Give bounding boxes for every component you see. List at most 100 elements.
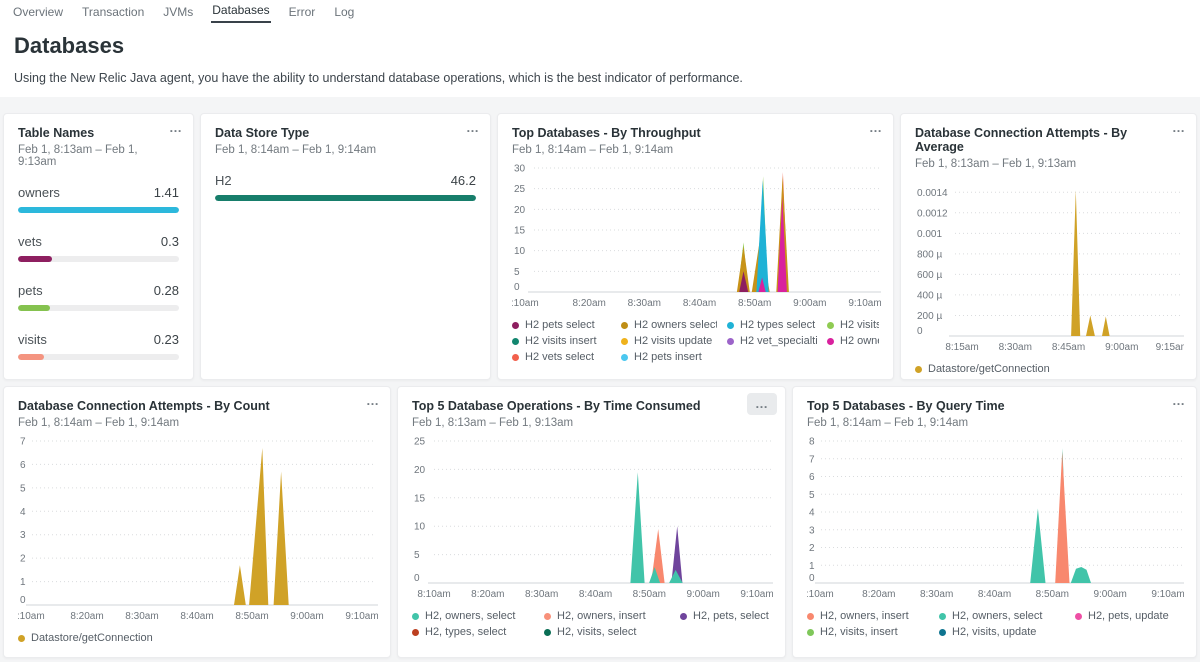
bar-fill <box>18 256 52 262</box>
legend-item[interactable]: H2, owners, insert <box>544 610 670 622</box>
svg-text:8:10am: 8:10am <box>417 589 450 600</box>
bar-track <box>215 195 476 201</box>
legend-item[interactable]: H2 types select <box>727 319 817 331</box>
bar-fill <box>18 354 44 360</box>
bar-row[interactable]: vets 0.3 <box>18 234 179 262</box>
legend-item[interactable]: H2 visits select <box>827 319 879 331</box>
bar-row[interactable]: pets 0.28 <box>18 283 179 311</box>
legend-label: Datastore/getConnection <box>31 632 153 644</box>
svg-text:8:45am: 8:45am <box>1052 342 1085 353</box>
svg-text:10: 10 <box>514 246 526 257</box>
svg-text:200 µ: 200 µ <box>917 311 942 322</box>
legend-label: H2 types select <box>740 319 815 331</box>
legend-item[interactable]: Datastore/getConnection <box>18 632 376 644</box>
svg-text:30: 30 <box>514 164 526 175</box>
legend-label: H2 visits insert <box>525 335 597 347</box>
svg-text:2: 2 <box>809 543 815 554</box>
ellipsis-menu-icon[interactable]: … <box>169 121 183 135</box>
databases-dashboard: Overview Transaction JVMs Databases Error Log… <box>0 0 1200 662</box>
bar-value: 0.23 <box>154 332 179 347</box>
legend-dot-icon <box>544 613 551 620</box>
legend-label: H2, owners, insert <box>557 610 646 622</box>
bar-fill <box>18 207 179 213</box>
bar-track <box>18 305 179 311</box>
legend-item[interactable]: H2 pets select <box>512 319 611 331</box>
legend-label: H2 vets select <box>525 351 594 363</box>
svg-text:8:40am: 8:40am <box>180 611 213 622</box>
legend-item[interactable]: H2, pets, select <box>680 610 771 622</box>
legend-item[interactable]: H2, owners, insert <box>807 610 929 622</box>
ellipsis-menu-icon[interactable]: … <box>1172 121 1186 135</box>
tab-overview[interactable]: Overview <box>12 5 64 23</box>
bar-row[interactable]: visits 0.23 <box>18 332 179 360</box>
legend-dot-icon <box>1075 613 1082 620</box>
panel-title: Top 5 Database Operations - By Time Cons… <box>412 399 771 413</box>
bar-label: vets <box>18 234 42 249</box>
bar-track <box>18 354 179 360</box>
time-consumed-chart[interactable]: 05101520258:10am8:20am8:30am8:40am8:50am… <box>412 435 773 603</box>
legend-dot-icon <box>621 338 628 345</box>
legend-item[interactable]: H2 owners insert <box>827 335 879 347</box>
svg-text:8:40am: 8:40am <box>978 589 1011 600</box>
bar-label: owners <box>18 185 60 200</box>
legend-item[interactable]: H2 pets insert <box>621 351 717 363</box>
legend-item[interactable]: H2, visits, update <box>939 626 1065 638</box>
legend-item[interactable]: H2 owners select <box>621 319 717 331</box>
legend-item[interactable]: H2, owners, select <box>412 610 534 622</box>
legend-label: H2, pets, select <box>693 610 769 622</box>
bar-track <box>18 207 179 213</box>
legend-label: H2, visits, update <box>952 626 1036 638</box>
svg-text:8:50am: 8:50am <box>1036 589 1069 600</box>
svg-text:9:00am: 9:00am <box>793 298 826 309</box>
bar-row[interactable]: owners 1.41 <box>18 185 179 213</box>
svg-text:8:50am: 8:50am <box>235 611 268 622</box>
chart-legend: H2, owners, select H2, owners, insert H2… <box>412 610 771 638</box>
legend-item[interactable]: H2, pets, update <box>1075 610 1182 622</box>
panel-title: Data Store Type <box>215 126 476 140</box>
ellipsis-menu-icon[interactable]: … <box>747 393 777 415</box>
legend-item[interactable]: H2, visits, select <box>544 626 670 638</box>
svg-text:5: 5 <box>20 483 26 494</box>
tab-databases[interactable]: Databases <box>211 3 270 23</box>
panel-top5-operations-time-consumed: Top 5 Database Operations - By Time Cons… <box>397 386 786 658</box>
svg-text:8:20am: 8:20am <box>471 589 504 600</box>
legend-dot-icon <box>512 338 519 345</box>
ellipsis-menu-icon[interactable]: … <box>466 121 480 135</box>
svg-text:6: 6 <box>20 460 26 471</box>
bar-value: 0.3 <box>161 234 179 249</box>
legend-label: H2, types, select <box>425 626 506 638</box>
dashboard-row-1: Table Names Feb 1, 8:13am – Feb 1, 9:13a… <box>3 113 1197 380</box>
connection-average-chart[interactable]: 0200 µ400 µ600 µ800 µ0.0010.00120.00148:… <box>915 176 1184 356</box>
legend-label: H2, visits, select <box>557 626 636 638</box>
svg-text:0.0014: 0.0014 <box>917 188 948 199</box>
query-time-chart[interactable]: 0123456788:10am8:20am8:30am8:40am8:50am9… <box>807 435 1184 603</box>
tab-transaction[interactable]: Transaction <box>81 5 145 23</box>
legend-item[interactable]: H2 visits update <box>621 335 717 347</box>
dashboard-grid: Table Names Feb 1, 8:13am – Feb 1, 9:13a… <box>0 97 1200 658</box>
svg-text:0.0012: 0.0012 <box>917 208 948 219</box>
svg-text:9:10am: 9:10am <box>848 298 881 309</box>
tab-error[interactable]: Error <box>288 5 317 23</box>
tab-log[interactable]: Log <box>333 5 355 23</box>
chart-area: 0510152025308:10am8:20am8:30am8:40am8:50… <box>512 162 879 312</box>
svg-text:8:15am: 8:15am <box>945 342 978 353</box>
legend-item[interactable]: H2 visits insert <box>512 335 611 347</box>
connection-count-chart[interactable]: 012345678:10am8:20am8:30am8:40am8:50am9:… <box>18 435 378 625</box>
ellipsis-menu-icon[interactable]: … <box>1172 394 1186 408</box>
ellipsis-menu-icon[interactable]: … <box>366 394 380 408</box>
throughput-chart[interactable]: 0510152025308:10am8:20am8:30am8:40am8:50… <box>512 162 881 312</box>
legend-item[interactable]: H2 vets select <box>512 351 611 363</box>
legend-dot-icon <box>621 322 628 329</box>
legend-item[interactable]: H2, visits, insert <box>807 626 929 638</box>
svg-text:25: 25 <box>514 184 526 195</box>
legend-item[interactable]: H2 vet_specialti… <box>727 335 817 347</box>
legend-item[interactable]: Datastore/getConnection <box>915 363 1182 375</box>
bar-row[interactable]: H2 46.2 <box>215 173 476 201</box>
svg-text:9:15am: 9:15am <box>1156 342 1184 353</box>
legend-item[interactable]: H2, owners, select <box>939 610 1065 622</box>
svg-text:8:30am: 8:30am <box>125 611 158 622</box>
chart-area: 0123456788:10am8:20am8:30am8:40am8:50am9… <box>807 435 1182 603</box>
ellipsis-menu-icon[interactable]: … <box>869 121 883 135</box>
legend-item[interactable]: H2, types, select <box>412 626 534 638</box>
tab-jvms[interactable]: JVMs <box>162 5 194 23</box>
